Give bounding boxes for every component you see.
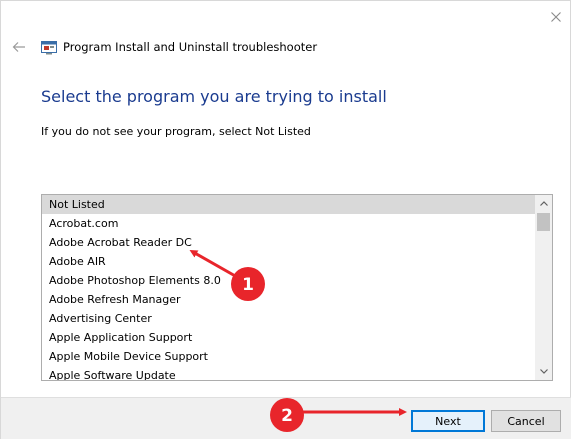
page-heading: Select the program you are trying to ins… (41, 87, 387, 106)
scroll-thumb[interactable] (537, 213, 550, 231)
list-scrollbar[interactable] (535, 195, 552, 380)
list-item[interactable]: Apple Application Support (42, 328, 536, 347)
troubleshooter-icon (41, 40, 57, 55)
list-item[interactable]: Adobe AIR (42, 252, 536, 271)
back-arrow-icon (12, 42, 25, 52)
program-list: Not Listed Acrobat.com Adobe Acrobat Rea… (42, 195, 536, 380)
back-button[interactable] (9, 37, 29, 57)
close-button[interactable] (541, 3, 571, 31)
window-title: Program Install and Uninstall troublesho… (63, 40, 318, 54)
program-listbox[interactable]: Not Listed Acrobat.com Adobe Acrobat Rea… (41, 194, 553, 381)
chevron-up-icon (539, 201, 548, 206)
instruction-text: If you do not see your program, select N… (41, 125, 311, 138)
list-item[interactable]: Apple Mobile Device Support (42, 347, 536, 366)
cancel-button[interactable]: Cancel (491, 410, 561, 432)
list-item[interactable]: Not Listed (42, 195, 536, 214)
scroll-down-button[interactable] (535, 363, 552, 380)
list-item[interactable]: Acrobat.com (42, 214, 536, 233)
list-item[interactable]: Advertising Center (42, 309, 536, 328)
close-icon (551, 12, 561, 22)
window-title-row: Program Install and Uninstall troublesho… (41, 38, 317, 56)
chevron-down-icon (539, 369, 548, 374)
list-item[interactable]: Adobe Refresh Manager (42, 290, 536, 309)
list-item[interactable]: Adobe Photoshop Elements 8.0 (42, 271, 536, 290)
dialog-footer (1, 397, 571, 439)
list-item[interactable]: Apple Software Update (42, 366, 536, 380)
troubleshooter-window: Program Install and Uninstall troublesho… (0, 0, 571, 439)
scroll-up-button[interactable] (535, 195, 552, 212)
list-item[interactable]: Adobe Acrobat Reader DC (42, 233, 536, 252)
next-button[interactable]: Next (411, 410, 485, 432)
